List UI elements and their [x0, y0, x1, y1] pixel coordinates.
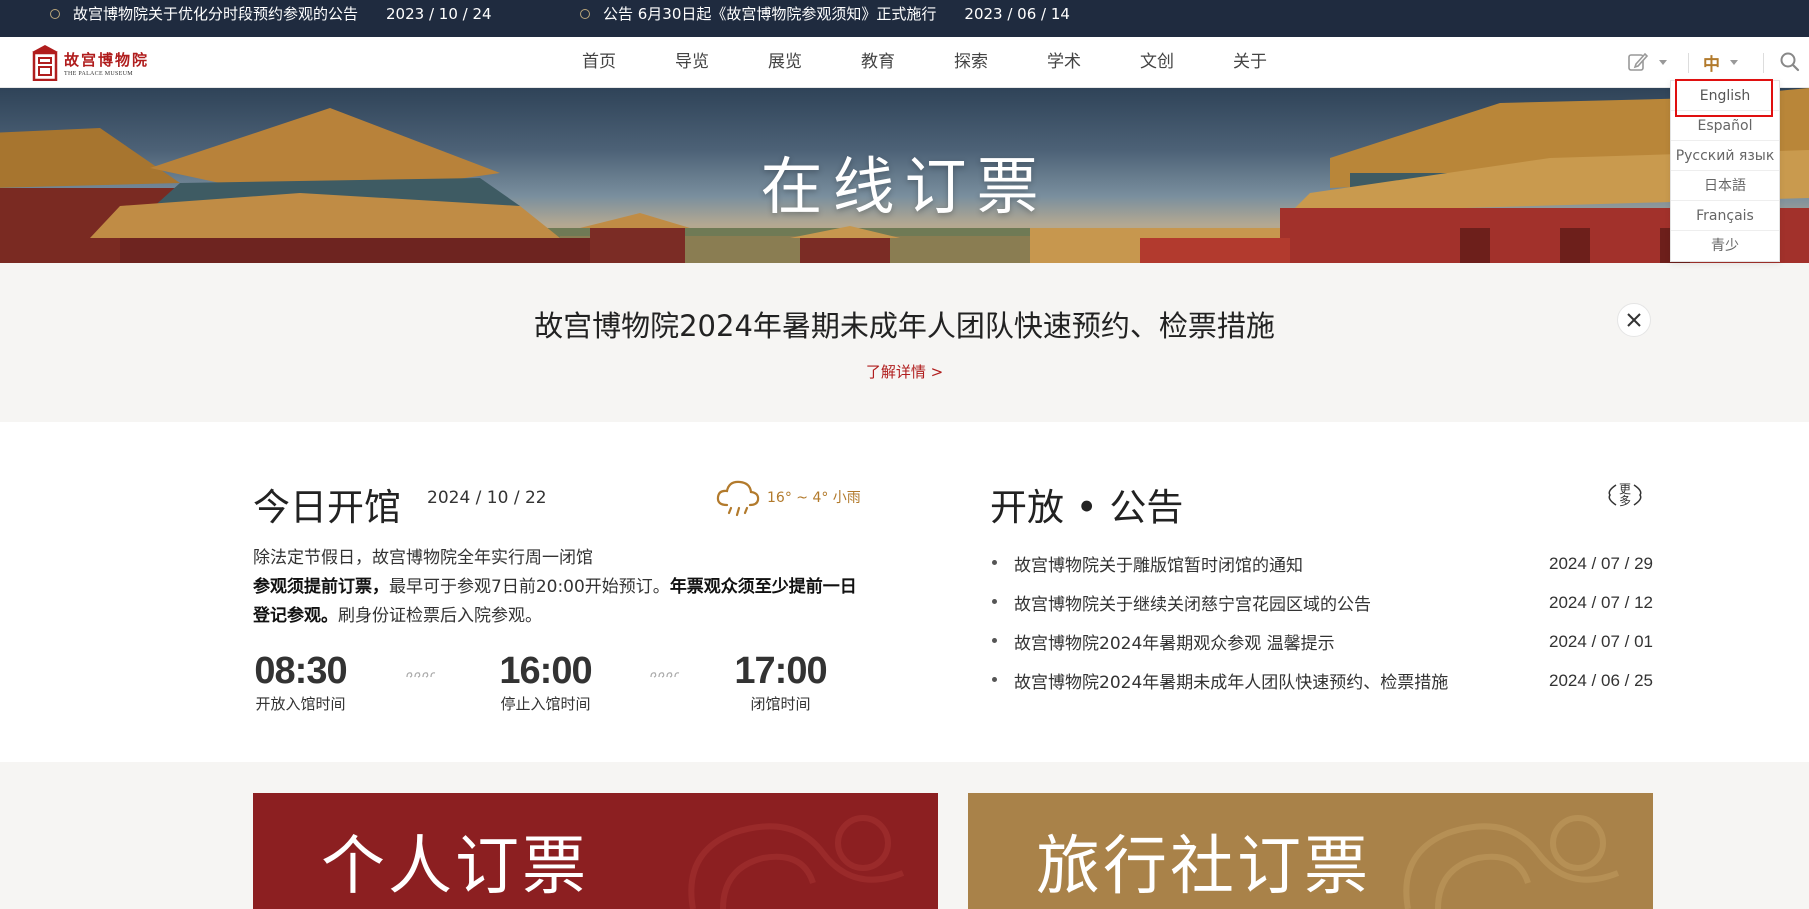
- edit-menu-toggle[interactable]: [1627, 51, 1667, 73]
- cloud-ornament-icon: [650, 672, 680, 678]
- lang-option-french[interactable]: Français: [1671, 201, 1779, 231]
- hero-banner: 在线订票: [0, 88, 1809, 263]
- nav-about[interactable]: 关于: [1233, 37, 1267, 88]
- today-open-title: 今日开馆: [253, 486, 401, 529]
- announcement-title[interactable]: 故宫博物院关于雕版馆暂时闭馆的通知: [990, 551, 1303, 576]
- language-toggle[interactable]: 中: [1703, 50, 1738, 75]
- announcements-title: 开放 • 公告: [990, 486, 1184, 529]
- announcement-date: 2024 / 07 / 01: [1549, 631, 1653, 651]
- last-entry-time: 16:00 停止入馆时间: [493, 650, 598, 714]
- top-notice-text[interactable]: 故宫博物院关于优化分时段预约参观的公告: [73, 3, 358, 24]
- nav-guide[interactable]: 导览: [675, 37, 709, 88]
- close-icon: [1627, 313, 1641, 327]
- featured-notice-title: 故宫博物院2024年暑期未成年人团队快速预约、检票措施: [534, 309, 1275, 343]
- learn-more-link[interactable]: 了解详情 >: [0, 361, 1809, 382]
- closing-time: 17:00 闭馆时间: [733, 650, 828, 714]
- announcement-title[interactable]: 故宫博物院关于继续关闭慈宁宫花园区域的公告: [990, 590, 1371, 615]
- palace-logo-icon: [32, 45, 58, 81]
- top-notice-1[interactable]: 故宫博物院关于优化分时段预约参观的公告 2023 / 10 / 24: [50, 0, 492, 27]
- announcement-date: 2024 / 07 / 29: [1549, 553, 1653, 573]
- more-announcements-link[interactable]: 更多: [1604, 483, 1646, 507]
- announcement-item[interactable]: 故宫博物院2024年暑期未成年人团队快速预约、检票措施 2024 / 06 / …: [990, 661, 1653, 700]
- logo-english-name: THE PALACE MUSEUM: [64, 71, 133, 77]
- header-divider: [1688, 53, 1689, 73]
- last-entry-value: 16:00: [499, 650, 592, 692]
- bullet-circle-icon: [50, 8, 60, 19]
- lang-option-youth[interactable]: 青少: [1671, 231, 1779, 261]
- announcement-date: 2024 / 06 / 25: [1549, 670, 1653, 690]
- rules-bold-1: 参观须提前订票，: [253, 577, 389, 597]
- cloud-ornament-icon: [406, 672, 436, 678]
- nav-explore[interactable]: 探索: [954, 37, 988, 88]
- lang-option-japanese[interactable]: 日本語: [1671, 171, 1779, 201]
- announcement-list: 故宫博物院关于雕版馆暂时闭馆的通知 2024 / 07 / 29 故宫博物院关于…: [990, 544, 1653, 700]
- nav-home[interactable]: 首页: [582, 37, 616, 88]
- featured-notice: 故宫博物院2024年暑期未成年人团队快速预约、检票措施 了解详情 >: [0, 263, 1809, 422]
- info-section: 今日开馆 2024 / 10 / 22 16° ~ 4° 小雨 除法定节假日，故…: [0, 422, 1809, 762]
- announcement-item[interactable]: 故宫博物院关于继续关闭慈宁宫花园区域的公告 2024 / 07 / 12: [990, 583, 1653, 622]
- today-date: 2024 / 10 / 22: [427, 488, 547, 508]
- closing-time-label: 闭馆时间: [750, 695, 811, 713]
- bullet-circle-icon: [580, 8, 590, 19]
- closing-time-value: 17:00: [734, 650, 827, 692]
- logo-chinese-name: 故宫博物院: [64, 51, 150, 69]
- rules-line-1: 除法定节假日，故宫博物院全年实行周一闭馆: [253, 548, 593, 568]
- opening-hours: 08:30 开放入馆时间 16:00 停止入馆时间 17:00 闭馆时间: [253, 650, 863, 720]
- search-icon: [1780, 52, 1800, 72]
- agency-ticket-label: 旅行社订票: [1036, 830, 1371, 904]
- open-time: 08:30 开放入馆时间: [253, 650, 348, 714]
- top-notice-date: 2023 / 10 / 24: [386, 4, 492, 23]
- weather-info: 16° ~ 4° 小雨: [715, 477, 861, 517]
- ornament-right-icon: [1633, 484, 1642, 506]
- page-title: 在线订票: [760, 150, 1049, 223]
- lang-option-english[interactable]: English: [1671, 81, 1779, 111]
- last-entry-label: 停止入馆时间: [500, 695, 591, 713]
- current-language: 中: [1703, 55, 1720, 75]
- edit-icon: [1628, 52, 1649, 71]
- main-nav: 首页 导览 展览 教育 探索 学术 文创 关于: [582, 37, 1326, 88]
- top-notice-date: 2023 / 06 / 14: [964, 4, 1070, 23]
- announcement-title[interactable]: 故宫博物院2024年暑期观众参观 温馨提示: [990, 629, 1335, 654]
- close-notice-button[interactable]: [1617, 303, 1651, 337]
- rules-line-2: 参观须提前订票，最早可于参观7日前20:00开始预订。年票观众须至少提前一日登记…: [253, 573, 863, 631]
- personal-ticket-card[interactable]: 个人订票: [253, 793, 938, 909]
- agency-ticket-card[interactable]: 旅行社订票: [968, 793, 1653, 909]
- rules-line-3: 刷身份证检票后入院参观。: [338, 606, 542, 626]
- announcement-title[interactable]: 故宫博物院2024年暑期未成年人团队快速预约、检票措施: [990, 668, 1448, 693]
- ornament-left-icon: [1608, 484, 1617, 506]
- language-dropdown: English Español Русский язык 日本語 Françai…: [1670, 80, 1780, 262]
- nav-creative[interactable]: 文创: [1140, 37, 1174, 88]
- search-button[interactable]: [1779, 51, 1801, 73]
- rules-normal: 最早可于参观7日前20:00开始预订。: [389, 577, 670, 597]
- announcement-item[interactable]: 故宫博物院关于雕版馆暂时闭馆的通知 2024 / 07 / 29: [990, 544, 1653, 583]
- chevron-down-icon: [1659, 59, 1667, 65]
- rain-cloud-icon: [716, 480, 760, 517]
- site-header: 故宫博物院 THE PALACE MUSEUM 首页 导览 展览 教育 探索 学…: [0, 37, 1809, 88]
- top-notice-text[interactable]: 公告 6月30日起《故宫博物院参观须知》正式施行: [603, 3, 936, 24]
- open-time-label: 开放入馆时间: [255, 695, 346, 713]
- announcement-item[interactable]: 故宫博物院2024年暑期观众参观 温馨提示 2024 / 07 / 01: [990, 622, 1653, 661]
- open-time-value: 08:30: [254, 650, 347, 692]
- chevron-down-icon: [1730, 60, 1738, 65]
- weather-text: 16° ~ 4° 小雨: [767, 490, 861, 506]
- nav-exhibitions[interactable]: 展览: [768, 37, 802, 88]
- header-divider: [1763, 53, 1764, 73]
- top-announcement-bar: 故宫博物院关于优化分时段预约参观的公告 2023 / 10 / 24 公告 6月…: [0, 0, 1809, 37]
- personal-ticket-label: 个人订票: [321, 830, 589, 904]
- opening-rules: 除法定节假日，故宫博物院全年实行周一闭馆 参观须提前订票，最早可于参观7日前20…: [253, 544, 863, 631]
- top-notice-2[interactable]: 公告 6月30日起《故宫博物院参观须知》正式施行 2023 / 06 / 14: [580, 0, 1070, 27]
- more-label: 更多: [1618, 482, 1631, 508]
- nav-education[interactable]: 教育: [861, 37, 895, 88]
- nav-research[interactable]: 学术: [1047, 37, 1081, 88]
- lang-option-spanish[interactable]: Español: [1671, 111, 1779, 141]
- site-logo[interactable]: 故宫博物院 THE PALACE MUSEUM: [32, 44, 149, 82]
- lang-option-russian[interactable]: Русский язык: [1671, 141, 1779, 171]
- announcement-date: 2024 / 07 / 12: [1549, 592, 1653, 612]
